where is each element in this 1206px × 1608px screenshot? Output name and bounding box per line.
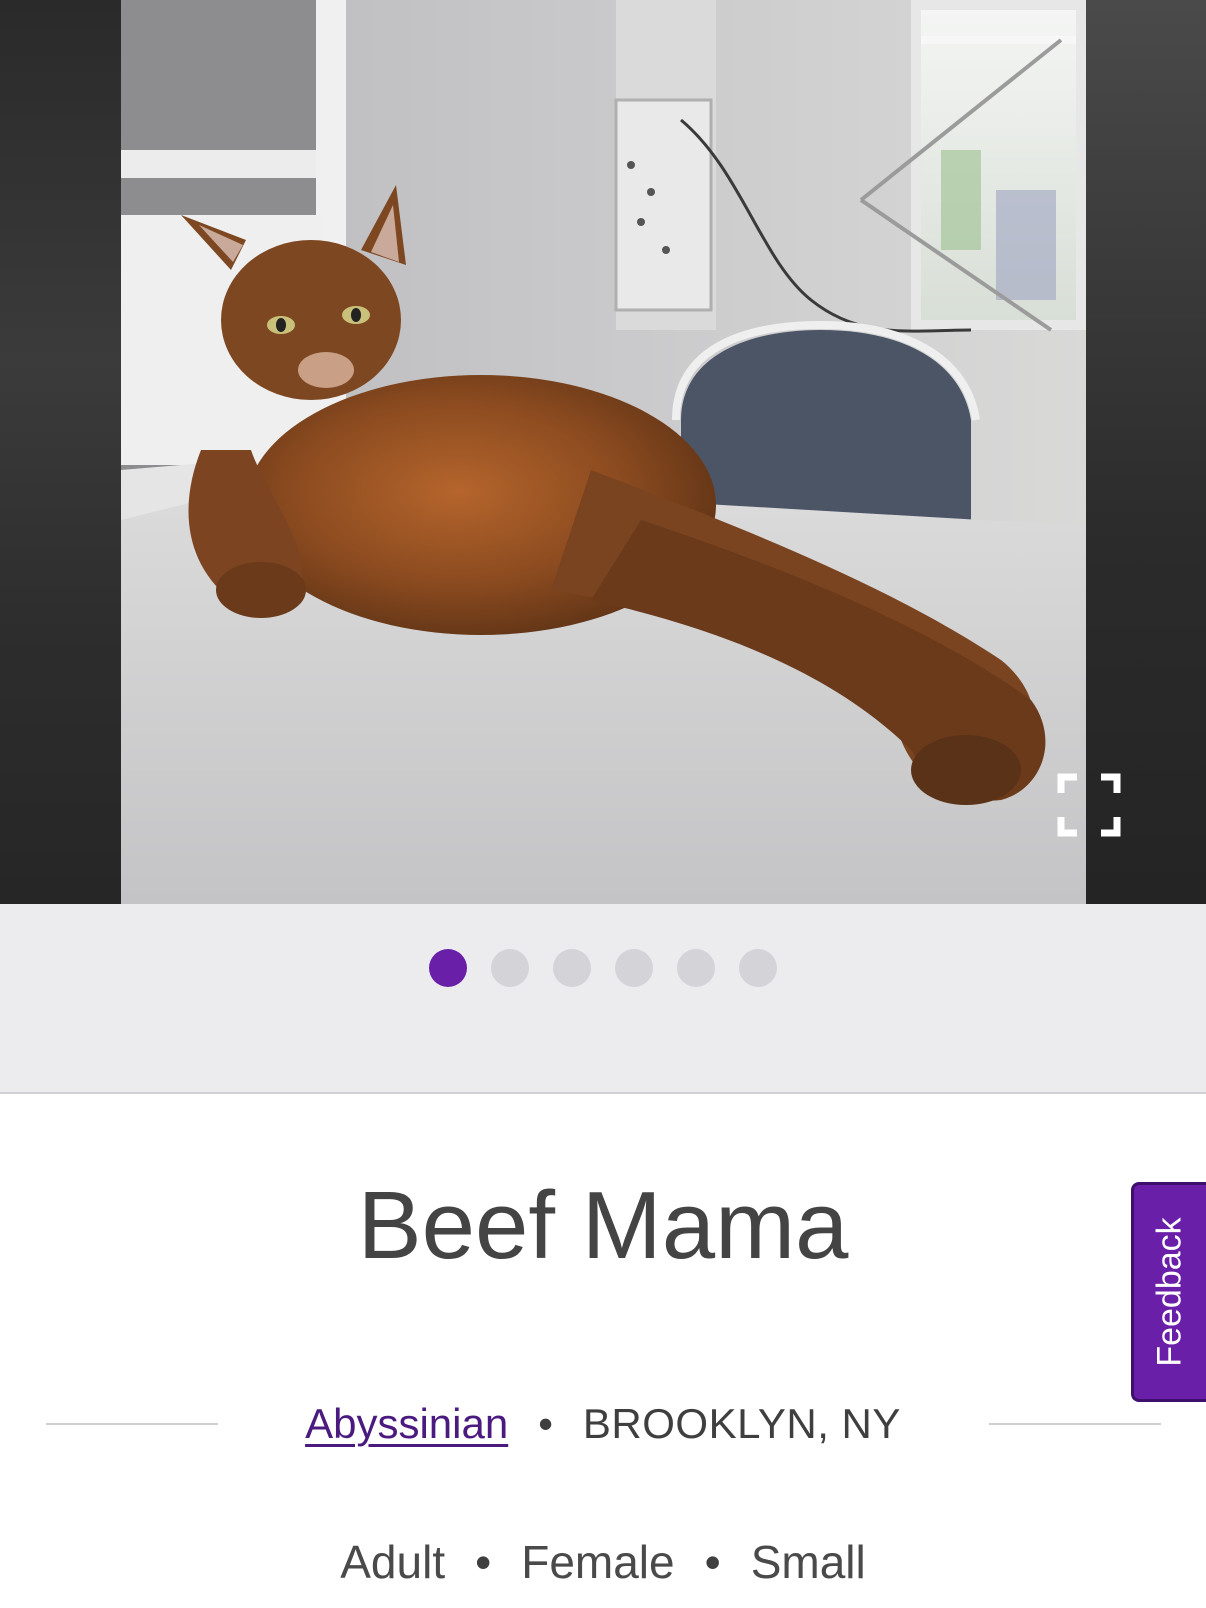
fullscreen-icon[interactable] <box>1057 773 1121 837</box>
carousel-dot-4[interactable] <box>615 949 653 987</box>
previous-photo-peek[interactable] <box>0 0 121 904</box>
next-photo-peek[interactable] <box>1086 0 1206 904</box>
pet-attributes: Adult • Female • Small <box>0 1532 1206 1592</box>
separator-dot: • <box>475 1536 492 1588</box>
pet-name: Beef Mama <box>357 1172 849 1279</box>
pet-location: BROOKLYN, NY <box>582 1400 901 1447</box>
separator-dot: • <box>538 1400 553 1447</box>
carousel-dot-2[interactable] <box>491 949 529 987</box>
carousel-dot-1[interactable] <box>429 949 467 987</box>
pet-gender: Female <box>521 1536 675 1588</box>
pet-age: Adult <box>340 1536 446 1588</box>
separator-dot: • <box>704 1536 721 1588</box>
main-pet-photo[interactable] <box>121 0 1086 904</box>
photo-carousel[interactable] <box>0 0 1206 904</box>
carousel-dot-6[interactable] <box>739 949 777 987</box>
pet-size: Small <box>750 1536 866 1588</box>
carousel-dot-3[interactable] <box>553 949 591 987</box>
breed-link[interactable]: Abyssinian <box>305 1400 508 1447</box>
carousel-dots <box>429 949 777 987</box>
breed-location-line: Abyssinian • BROOKLYN, NY <box>0 1395 1206 1453</box>
cat-photo-illustration <box>121 0 1086 904</box>
carousel-dot-5[interactable] <box>677 949 715 987</box>
carousel-indicator-strip <box>0 904 1206 1094</box>
feedback-label: Feedback <box>1150 1217 1189 1367</box>
feedback-button[interactable]: Feedback <box>1131 1182 1206 1402</box>
